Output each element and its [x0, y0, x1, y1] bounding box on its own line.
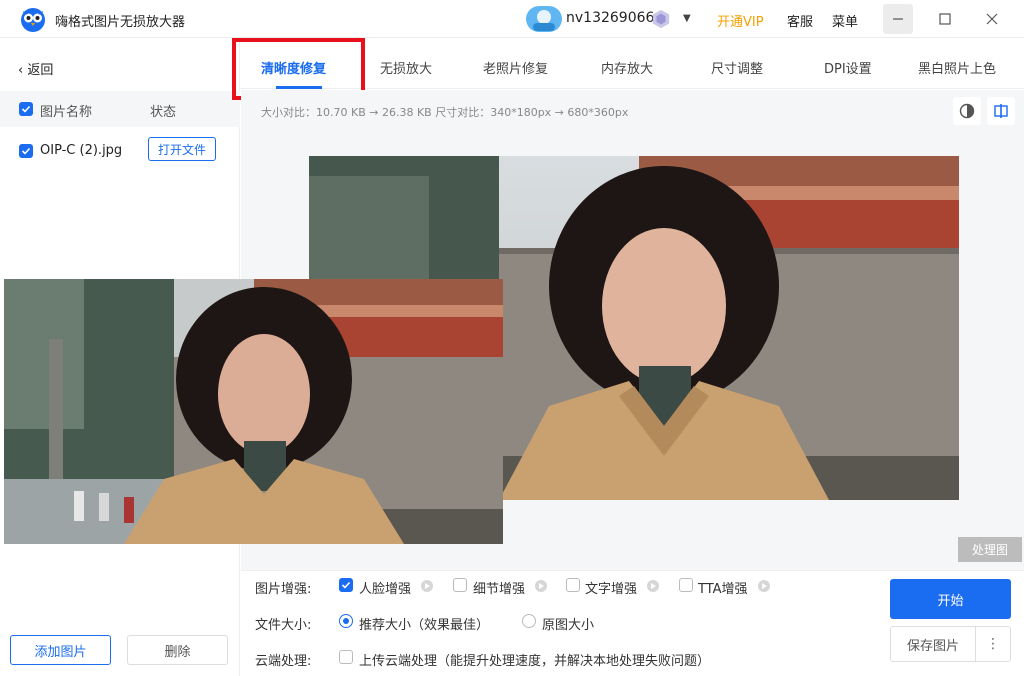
split-view-icon	[994, 104, 1008, 118]
processed-image-badge: 处理图	[958, 537, 1022, 562]
tab-memory-enlarge[interactable]: 内存放大	[601, 58, 653, 77]
face-enhance-preview-icon[interactable]	[421, 580, 433, 592]
enhance-label: 图片增强:	[255, 582, 312, 597]
close-button[interactable]	[977, 4, 1007, 34]
vip-badge-icon	[652, 9, 670, 29]
title-bar: 嗨格式图片无损放大器 nv13269066 ▼ 开通VIP 客服 菜单	[0, 0, 1024, 38]
compare-view-button[interactable]	[953, 97, 981, 125]
text-enhance-preview-icon[interactable]	[647, 580, 659, 592]
customer-service-link[interactable]: 客服	[787, 11, 813, 30]
split-view-button[interactable]	[987, 97, 1015, 125]
original-size-radio[interactable]	[522, 614, 536, 628]
detail-enhance-preview-icon[interactable]	[535, 580, 547, 592]
owl-logo-icon	[21, 8, 45, 32]
detail-enhance-checkbox[interactable]	[453, 578, 467, 592]
select-all-checkbox[interactable]	[19, 102, 33, 116]
column-header-name: 图片名称	[40, 105, 93, 120]
cloud-label: 云端处理:	[255, 654, 312, 669]
minimize-button[interactable]	[883, 4, 913, 34]
original-size-label[interactable]: 原图大小	[542, 614, 594, 633]
recommended-size-label[interactable]: 推荐大小（效果最佳）	[359, 614, 489, 633]
cloud-process-label[interactable]: 上传云端处理（能提升处理速度，并解决本地处理失败问题）	[359, 650, 710, 669]
maximize-button[interactable]	[930, 4, 960, 34]
delete-button[interactable]: 删除	[127, 635, 228, 665]
save-image-button[interactable]: 保存图片	[890, 626, 976, 662]
add-image-button[interactable]: 添加图片	[10, 635, 111, 665]
menu-link[interactable]: 菜单	[832, 11, 858, 30]
tab-size-adjust[interactable]: 尺寸调整	[711, 58, 763, 77]
face-enhance-checkbox[interactable]	[339, 578, 353, 592]
user-avatar[interactable]	[525, 5, 563, 33]
detail-enhance-label[interactable]: 细节增强	[473, 578, 525, 597]
tta-enhance-label[interactable]: TTA增强	[698, 578, 748, 597]
open-vip-link[interactable]: 开通VIP	[717, 11, 764, 30]
start-button[interactable]: 开始	[890, 579, 1011, 619]
chevron-left-icon: ‹	[18, 63, 28, 78]
maximize-icon	[939, 13, 951, 25]
cloud-process-checkbox[interactable]	[339, 650, 353, 664]
open-file-button[interactable]: 打开文件	[148, 137, 216, 161]
more-options-icon[interactable]: ⋮	[975, 626, 1011, 662]
chevron-down-icon[interactable]: ▼	[683, 13, 691, 24]
tab-dpi-settings[interactable]: DPI设置	[824, 58, 872, 77]
face-enhance-label[interactable]: 人脸增强	[359, 578, 411, 597]
file-list-header	[0, 91, 240, 127]
app-title: 嗨格式图片无损放大器	[55, 15, 186, 30]
text-enhance-label[interactable]: 文字增强	[585, 578, 637, 597]
tab-old-photo-repair[interactable]: 老照片修复	[483, 58, 548, 77]
back-button[interactable]: ‹ 返回	[18, 59, 53, 78]
close-icon	[986, 13, 998, 25]
tab-colorize[interactable]: 黑白照片上色	[918, 58, 996, 77]
recommended-size-radio[interactable]	[339, 614, 353, 628]
tab-lossless-enlarge[interactable]: 无损放大	[380, 58, 432, 77]
text-enhance-checkbox[interactable]	[566, 578, 580, 592]
minimize-icon	[893, 18, 903, 20]
file-name[interactable]: OIP-C (2).jpg	[40, 143, 122, 158]
username[interactable]: nv13269066	[566, 10, 654, 26]
original-photo	[4, 279, 503, 544]
file-checkbox[interactable]	[19, 144, 33, 158]
tta-enhance-checkbox[interactable]	[679, 578, 693, 592]
column-header-status: 状态	[150, 105, 177, 120]
size-comparison: 大小对比：10.70 KB → 26.38 KB 尺寸对比：340*180px …	[261, 106, 629, 119]
tta-enhance-preview-icon[interactable]	[758, 580, 770, 592]
filesize-label: 文件大小:	[255, 618, 312, 633]
compare-icon	[959, 103, 975, 119]
